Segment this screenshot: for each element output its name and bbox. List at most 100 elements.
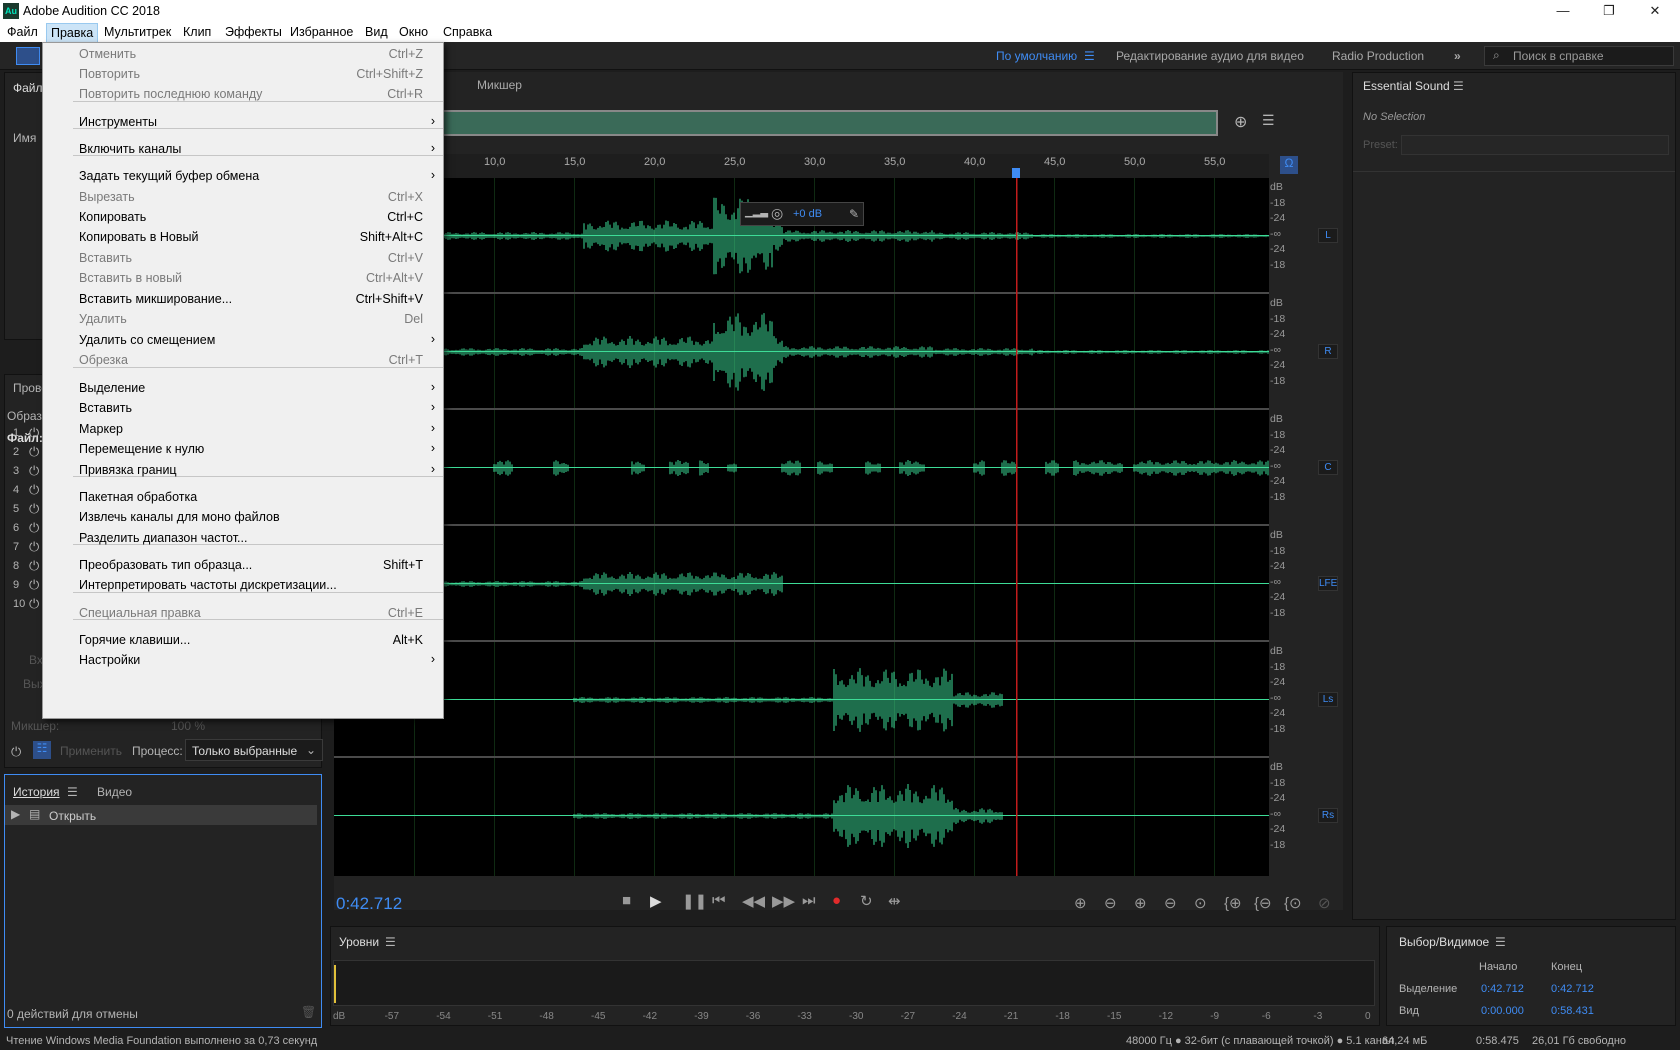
menu-item-25[interactable]: Интерпретировать частоты дискретизации..… — [43, 575, 445, 597]
menu-file[interactable]: Файл — [7, 25, 38, 39]
minimize-button[interactable]: — — [1540, 0, 1586, 22]
menu-item-14[interactable]: Удалить со смещением › — [43, 330, 445, 352]
channel-label-rs[interactable]: Rs — [1318, 808, 1338, 823]
menu-item-19[interactable]: Перемещение к нулю › — [43, 439, 445, 461]
time-ruler[interactable]: 10,0 15,0 20,0 25,0 30,0 35,0 40,0 45,0 50,0 55,0 — [334, 154, 1269, 178]
workspace-video[interactable]: Редактирование аудио для видео — [1116, 49, 1304, 63]
menu-item-4[interactable]: Инструменты › — [43, 112, 445, 134]
menu-item-22[interactable]: Извлечь каналы для моно файлов — [43, 507, 445, 529]
close-button[interactable]: ✕ — [1632, 0, 1678, 22]
gain-knob-icon[interactable]: ◎ — [771, 205, 783, 222]
essential-menu-icon[interactable]: ☰ — [1453, 79, 1464, 93]
gain-hud[interactable]: ▁▂▃ ◎ +0 dB ✎ — [740, 202, 864, 226]
menu-clip[interactable]: Клип — [183, 25, 211, 39]
power-icon[interactable]: ⏻ — [29, 482, 39, 498]
apply-button[interactable]: Применить — [60, 744, 122, 758]
view-end[interactable]: 0:58.431 — [1551, 1005, 1594, 1017]
power-icon[interactable]: ⏻ — [29, 558, 39, 574]
history-tab[interactable]: История — [13, 785, 60, 799]
fast-forward-icon[interactable]: ▶▶ — [772, 892, 795, 910]
history-menu-icon[interactable]: ☰ — [67, 785, 78, 799]
menu-favorites[interactable]: Избранное — [290, 25, 353, 39]
channel-label-l[interactable]: L — [1318, 228, 1338, 243]
power-icon[interactable]: ⏻ — [29, 596, 39, 612]
playhead-marker[interactable] — [1012, 168, 1020, 178]
overview-bar[interactable] — [434, 110, 1218, 136]
channel-label-lfe[interactable]: LFE — [1318, 576, 1338, 591]
menu-item-21[interactable]: Пакетная обработка — [43, 487, 445, 509]
levels-menu-icon[interactable]: ☰ — [385, 935, 396, 949]
loop-icon[interactable]: ↻ — [860, 892, 873, 910]
channel-label-r[interactable]: R — [1318, 344, 1338, 359]
zoom-target-icon[interactable]: ⊕ — [1234, 112, 1247, 132]
menu-item-12[interactable]: Вставить микширование... Ctrl+Shift+V — [43, 289, 445, 311]
rewind-icon[interactable]: ◀◀ — [742, 892, 765, 910]
menu-item-23[interactable]: Разделить диапазон частот... — [43, 528, 445, 550]
power-icon[interactable]: ⏻ — [29, 501, 39, 517]
power-icon[interactable]: ⏻ — [11, 744, 21, 760]
power-icon[interactable]: ⏻ — [29, 520, 39, 536]
menu-item-28[interactable]: Настройки › — [43, 650, 445, 672]
menu-edit[interactable]: Правка — [46, 23, 99, 43]
menu-window[interactable]: Окно — [399, 25, 428, 39]
zoom-reset-icon[interactable]: ⊘ — [1318, 894, 1331, 912]
power-icon[interactable]: ⏻ — [29, 577, 39, 593]
workspace-menu-icon[interactable]: ☰ — [1084, 49, 1095, 63]
menu-item-27[interactable]: Горячие клавиши... Alt+K — [43, 630, 445, 652]
zoom-in-time-icon[interactable]: ⊕ — [1134, 894, 1147, 912]
zoom-selection-icon[interactable]: {⊙ — [1284, 894, 1302, 912]
power-icon[interactable]: ⏻ — [29, 539, 39, 555]
history-item[interactable]: ▶ ▤ Открыть — [5, 805, 317, 825]
view-start[interactable]: 0:00.000 — [1481, 1005, 1524, 1017]
menu-item-17[interactable]: Вставить › — [43, 398, 445, 420]
mixer-tab[interactable]: Микшер — [477, 78, 522, 92]
power-icon[interactable]: ⏻ — [29, 463, 39, 479]
workspace-default[interactable]: По умолчанию — [996, 49, 1077, 63]
list-icon[interactable]: ☷ — [33, 741, 51, 759]
skip-selection-icon[interactable]: ⇹ — [888, 892, 901, 910]
menu-item-20[interactable]: Привязка границ › — [43, 460, 445, 482]
menu-item-16[interactable]: Выделение › — [43, 378, 445, 400]
video-tab[interactable]: Видео — [97, 785, 132, 799]
channel-label-c[interactable]: C — [1318, 460, 1338, 475]
pause-icon[interactable]: ❚❚ — [682, 892, 707, 910]
workspace-radio[interactable]: Radio Production — [1332, 49, 1424, 63]
stop-icon[interactable]: ■ — [622, 892, 631, 909]
menu-item-8[interactable]: Копировать Ctrl+C — [43, 207, 445, 229]
help-search-input[interactable]: ⌕ Поиск в справке — [1484, 46, 1674, 66]
menu-item-24[interactable]: Преобразовать тип образца... Shift+T — [43, 555, 445, 577]
menu-multitrack[interactable]: Мультитрек — [104, 25, 171, 39]
pin-icon[interactable]: ✎ — [849, 207, 859, 221]
zoom-out-amplitude-icon[interactable]: ⊖ — [1104, 894, 1117, 912]
more-workspaces-icon[interactable]: » — [1454, 49, 1461, 63]
preset-select[interactable] — [1401, 135, 1669, 155]
power-icon[interactable]: ⏻ — [29, 444, 39, 460]
selection-end[interactable]: 0:42.712 — [1551, 983, 1594, 995]
menu-item-5[interactable]: Включить каналы › — [43, 139, 445, 161]
menu-view[interactable]: Вид — [365, 25, 388, 39]
menu-help[interactable]: Справка — [443, 25, 492, 39]
zoom-in-amplitude-icon[interactable]: ⊕ — [1074, 894, 1087, 912]
maximize-button[interactable]: ❐ — [1586, 0, 1632, 22]
process-select[interactable]: Только выбранные ⌄ — [185, 739, 323, 761]
headphones-icon[interactable]: Ω — [1280, 156, 1298, 174]
selection-menu-icon[interactable]: ☰ — [1495, 935, 1506, 949]
zoom-out-time-icon[interactable]: ⊖ — [1164, 894, 1177, 912]
menu-effects[interactable]: Эффекты — [225, 25, 282, 39]
menu-item-6[interactable]: Задать текущий буфер обмена › — [43, 166, 445, 188]
waveform-display[interactable] — [334, 178, 1269, 876]
channel-label-ls[interactable]: Ls — [1318, 692, 1338, 707]
play-icon[interactable]: ▶ — [650, 892, 662, 910]
selection-start[interactable]: 0:42.712 — [1481, 983, 1524, 995]
record-icon[interactable]: ● — [832, 892, 841, 909]
zoom-full-icon[interactable]: ⊙ — [1194, 894, 1207, 912]
trash-icon[interactable]: 🗑 — [301, 1005, 316, 1019]
menu-item-18[interactable]: Маркер › — [43, 419, 445, 441]
menu-item-9[interactable]: Копировать в Новый Shift+Alt+C — [43, 227, 445, 249]
panel-list-icon[interactable]: ☰ — [1262, 112, 1275, 129]
waveform-view-button[interactable] — [16, 47, 40, 65]
zoom-out-point-icon[interactable]: {⊖ — [1254, 894, 1272, 912]
playhead-line[interactable] — [1016, 178, 1018, 876]
power-icon[interactable]: ⏻ — [29, 425, 39, 441]
zoom-in-point-icon[interactable]: {⊕ — [1224, 894, 1242, 912]
